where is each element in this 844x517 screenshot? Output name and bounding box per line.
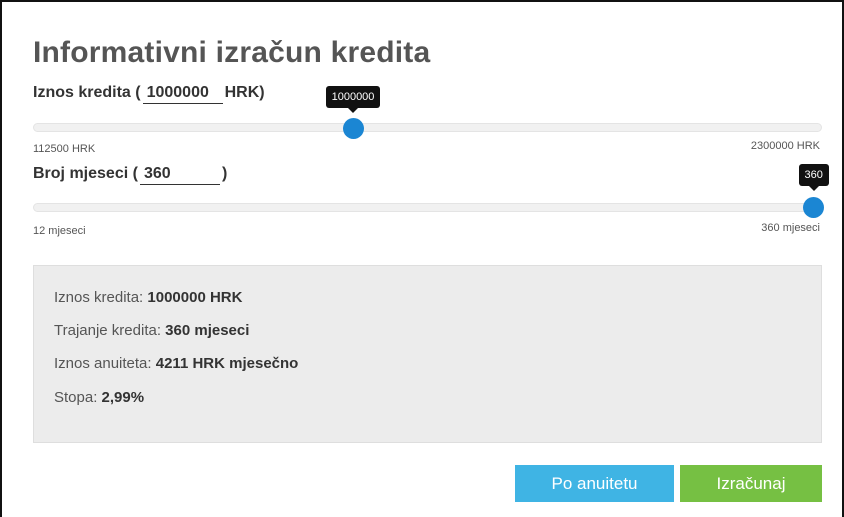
months-input[interactable]: 360 [139,165,220,185]
loan-amount-label-suffix: HRK) [224,84,265,101]
loan-amount-label: Iznos kredita ( 1000000 HRK) [33,84,265,104]
results-panel: Iznos kredita: 1000000 HRK Trajanje kred… [33,265,822,443]
result-annuity-value: 4211 HRK mjesečno [155,355,299,372]
loan-amount-input[interactable]: 1000000 [142,84,223,104]
result-rate: Stopa: 2,99% [54,389,144,406]
loan-amount-max-label: 2300000 HRK [750,140,820,152]
months-label-prefix: Broj mjeseci ( [33,165,138,182]
loan-amount-min-label: 112500 HRK [33,143,96,155]
result-annuity: Iznos anuiteta: 4211 HRK mjesečno [54,355,298,372]
months-slider-track[interactable] [33,203,822,212]
result-duration-value: 360 mjeseci [165,322,250,339]
result-amount: Iznos kredita: 1000000 HRK [54,289,242,306]
result-duration: Trajanje kredita: 360 mjeseci [54,322,249,339]
loan-amount-tooltip: 1000000 [325,86,381,113]
months-label: Broj mjeseci ( 360 ) [33,165,227,185]
loan-amount-slider-track[interactable] [33,123,822,132]
dialog-frame: Informativni izračun kredita Iznos kredi… [0,0,844,517]
months-max-label: 360 mjeseci [761,222,820,234]
annuity-button[interactable]: Po anuitetu [515,465,674,502]
calculate-button[interactable]: Izračunaj [680,465,822,502]
months-slider-handle[interactable] [803,197,824,218]
page-title: Informativni izračun kredita [33,36,431,69]
months-label-suffix: ) [221,165,228,182]
months-min-label: 12 mjeseci [33,225,86,237]
loan-amount-label-prefix: Iznos kredita ( [33,84,141,101]
loan-amount-slider-handle[interactable] [342,118,364,139]
result-rate-value: 2,99% [101,389,145,406]
result-duration-label: Trajanje kredita: [54,322,161,339]
months-tooltip: 360 [798,164,829,191]
result-annuity-label: Iznos anuiteta: [54,355,152,372]
result-rate-label: Stopa: [54,389,98,406]
result-amount-label: Iznos kredita: [54,289,144,306]
result-amount-value: 1000000 HRK [147,289,243,306]
